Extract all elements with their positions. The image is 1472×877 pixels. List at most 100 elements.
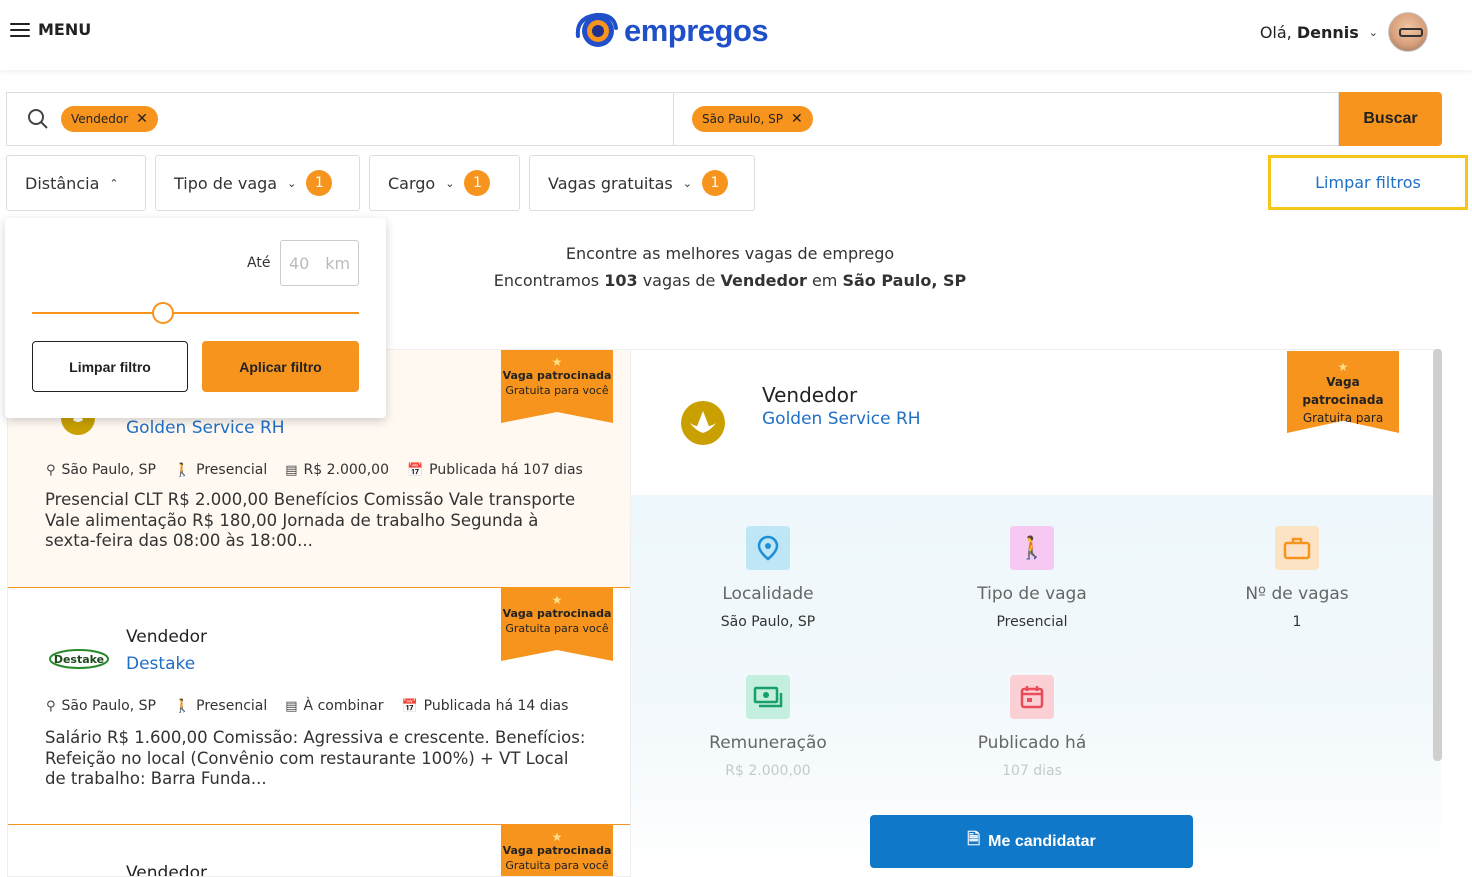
job-salary: ▤ R$ 2.000,00: [285, 462, 389, 478]
chevron-down-icon: ⌄: [682, 176, 692, 190]
keyword-input[interactable]: Vendedor ✕: [6, 92, 673, 146]
job-meta: ⚲ São Paulo, SP 🚶 Presencial ▤ À combinar 📅…: [46, 698, 568, 714]
sponsored-badge: ★ Vaga patrocinada Gratuita para você: [501, 588, 613, 661]
results-location: São Paulo, SP: [842, 271, 967, 290]
site-logo[interactable]: empregos: [574, 10, 769, 52]
document-icon: 🗎: [967, 831, 981, 848]
company-logo: [681, 401, 725, 445]
search-button[interactable]: Buscar: [1339, 92, 1442, 146]
distance-unit: km: [325, 253, 351, 273]
filter-count-badge: 1: [306, 170, 333, 196]
user-menu[interactable]: Olá, Dennis ⌄: [1260, 12, 1428, 52]
filter-count-badge: 1: [464, 170, 491, 196]
scrollbar[interactable]: [1433, 349, 1442, 761]
menu-button[interactable]: MENU: [10, 20, 91, 39]
job-title[interactable]: Vendedor: [126, 863, 207, 876]
results-headline: Encontre as melhores vagas de emprego En…: [420, 240, 1040, 294]
close-icon[interactable]: ✕: [791, 111, 803, 127]
sponsored-badge: ★ Vaga patrocinada Gratuita para você: [501, 825, 613, 876]
job-card[interactable]: Vendedor ★ Vaga patrocinada Gratuita par…: [8, 825, 630, 876]
distance-input[interactable]: 40 km: [280, 240, 359, 286]
filter-free-jobs-label: Vagas gratuitas: [548, 173, 673, 193]
up-to-label: Até: [247, 255, 271, 271]
avatar[interactable]: [1388, 12, 1428, 52]
job-modality: 🚶 Presencial: [173, 698, 268, 714]
location-chip[interactable]: São Paulo, SP ✕: [692, 106, 813, 132]
results-count: 103: [604, 271, 638, 290]
sponsored-badge: ★ Vaga patrocinada Gratuita para você: [501, 350, 613, 423]
person-walking-icon: 🚶: [173, 462, 191, 478]
filter-position-label: Cargo: [388, 173, 436, 193]
apply-job-button[interactable]: 🗎 Me candidatar: [870, 815, 1193, 868]
sponsored-badge: ★ Vaga patrocinada Gratuita para você: [1287, 351, 1399, 433]
map-pin-icon: ⚲: [46, 462, 56, 478]
top-header: MENU empregos Olá, Dennis ⌄: [0, 0, 1472, 70]
chevron-up-icon: ⌃: [109, 176, 119, 190]
filter-position[interactable]: Cargo ⌄ 1: [369, 155, 520, 211]
distance-dropdown: Até 40 km Limpar filtro Aplicar filtro: [5, 218, 386, 418]
filter-distance[interactable]: Distância ⌃: [6, 155, 146, 211]
info-job-type: 🚶 Tipo de vaga Presencial: [932, 526, 1132, 630]
info-location: Localidade São Paulo, SP: [668, 526, 868, 630]
menu-label: MENU: [38, 20, 92, 39]
clear-filter-button[interactable]: Limpar filtro: [32, 341, 188, 392]
job-title[interactable]: Vendedor: [126, 627, 207, 647]
person-walking-icon: 🚶: [1010, 526, 1054, 570]
job-description: Salário R$ 1.600,00 Comissão: Agressiva …: [45, 728, 586, 788]
distance-slider-track[interactable]: [32, 312, 359, 314]
money-icon: [746, 675, 790, 719]
job-salary: ▤ À combinar: [285, 698, 384, 714]
company-logo: Destake: [48, 646, 110, 672]
results-summary: Encontramos 103 vagas de Vendedor em São…: [493, 271, 967, 290]
apply-filter-button[interactable]: Aplicar filtro: [202, 341, 359, 392]
job-list: Golden Service RH ⚲ São Paulo, SP 🚶 Presen…: [7, 349, 631, 877]
chevron-down-icon: ⌄: [1368, 25, 1378, 39]
search-icon: [28, 109, 48, 129]
company-name[interactable]: Destake: [126, 654, 195, 674]
filter-job-type[interactable]: Tipo de vaga ⌄ 1: [155, 155, 360, 211]
filter-free-jobs[interactable]: Vagas gratuitas ⌄ 1: [529, 155, 755, 211]
close-icon[interactable]: ✕: [136, 111, 148, 127]
info-openings: Nº de vagas 1: [1197, 526, 1397, 630]
keyword-chip-label: Vendedor: [71, 112, 129, 126]
star-icon: ★: [551, 355, 563, 369]
location-chip-label: São Paulo, SP: [702, 112, 783, 126]
job-meta: ⚲ São Paulo, SP 🚶 Presencial ▤ R$ 2.000,00 …: [46, 462, 583, 478]
distance-value: 40: [288, 253, 310, 273]
distance-slider-handle[interactable]: [152, 302, 174, 324]
briefcase-icon: [1275, 526, 1319, 570]
keyword-chip[interactable]: Vendedor ✕: [61, 106, 158, 132]
calendar-icon: 📅: [406, 462, 424, 478]
user-greeting: Olá, Dennis: [1259, 22, 1359, 42]
detail-job-title: Vendedor: [762, 383, 858, 407]
job-location: ⚲ São Paulo, SP: [46, 698, 156, 714]
apply-job-label: Me candidatar: [988, 832, 1096, 850]
calendar-icon: 📅: [401, 698, 418, 714]
detail-company-name[interactable]: Golden Service RH: [762, 409, 921, 429]
info-published: Publicado há 107 dias: [932, 675, 1132, 779]
job-published: 📅 Publicada há 14 dias: [401, 698, 569, 714]
user-name: Dennis: [1296, 22, 1359, 42]
results-keyword: Vendedor: [720, 271, 807, 290]
person-walking-icon: 🚶: [173, 698, 191, 714]
filter-distance-label: Distância: [25, 173, 100, 193]
job-published: 📅 Publicada há 107 dias: [406, 462, 583, 478]
job-card[interactable]: Destake Vendedor Destake ⚲ São Paulo, SP …: [8, 588, 630, 825]
info-salary: Remuneração R$ 2.000,00: [668, 675, 868, 779]
filter-job-type-label: Tipo de vaga: [174, 173, 278, 193]
headline-line1: Encontre as melhores vagas de emprego: [565, 244, 895, 263]
search-bar: Vendedor ✕ São Paulo, SP ✕ Buscar: [6, 92, 1442, 146]
map-pin-icon: ⚲: [46, 698, 56, 714]
job-modality: 🚶 Presencial: [173, 462, 268, 478]
eye-logo-icon: [575, 12, 618, 47]
star-icon: ★: [1337, 360, 1349, 374]
svg-text:Destake: Destake: [54, 653, 104, 666]
logo-text: empregos: [624, 13, 769, 48]
chevron-down-icon: ⌄: [287, 176, 297, 190]
star-icon: ★: [551, 593, 563, 607]
location-input[interactable]: São Paulo, SP ✕: [673, 92, 1339, 146]
clear-filters-link[interactable]: Limpar filtros: [1268, 155, 1468, 210]
filter-count-badge: 1: [701, 170, 728, 196]
money-icon: ▤: [285, 698, 298, 714]
company-name[interactable]: Golden Service RH: [126, 418, 285, 438]
